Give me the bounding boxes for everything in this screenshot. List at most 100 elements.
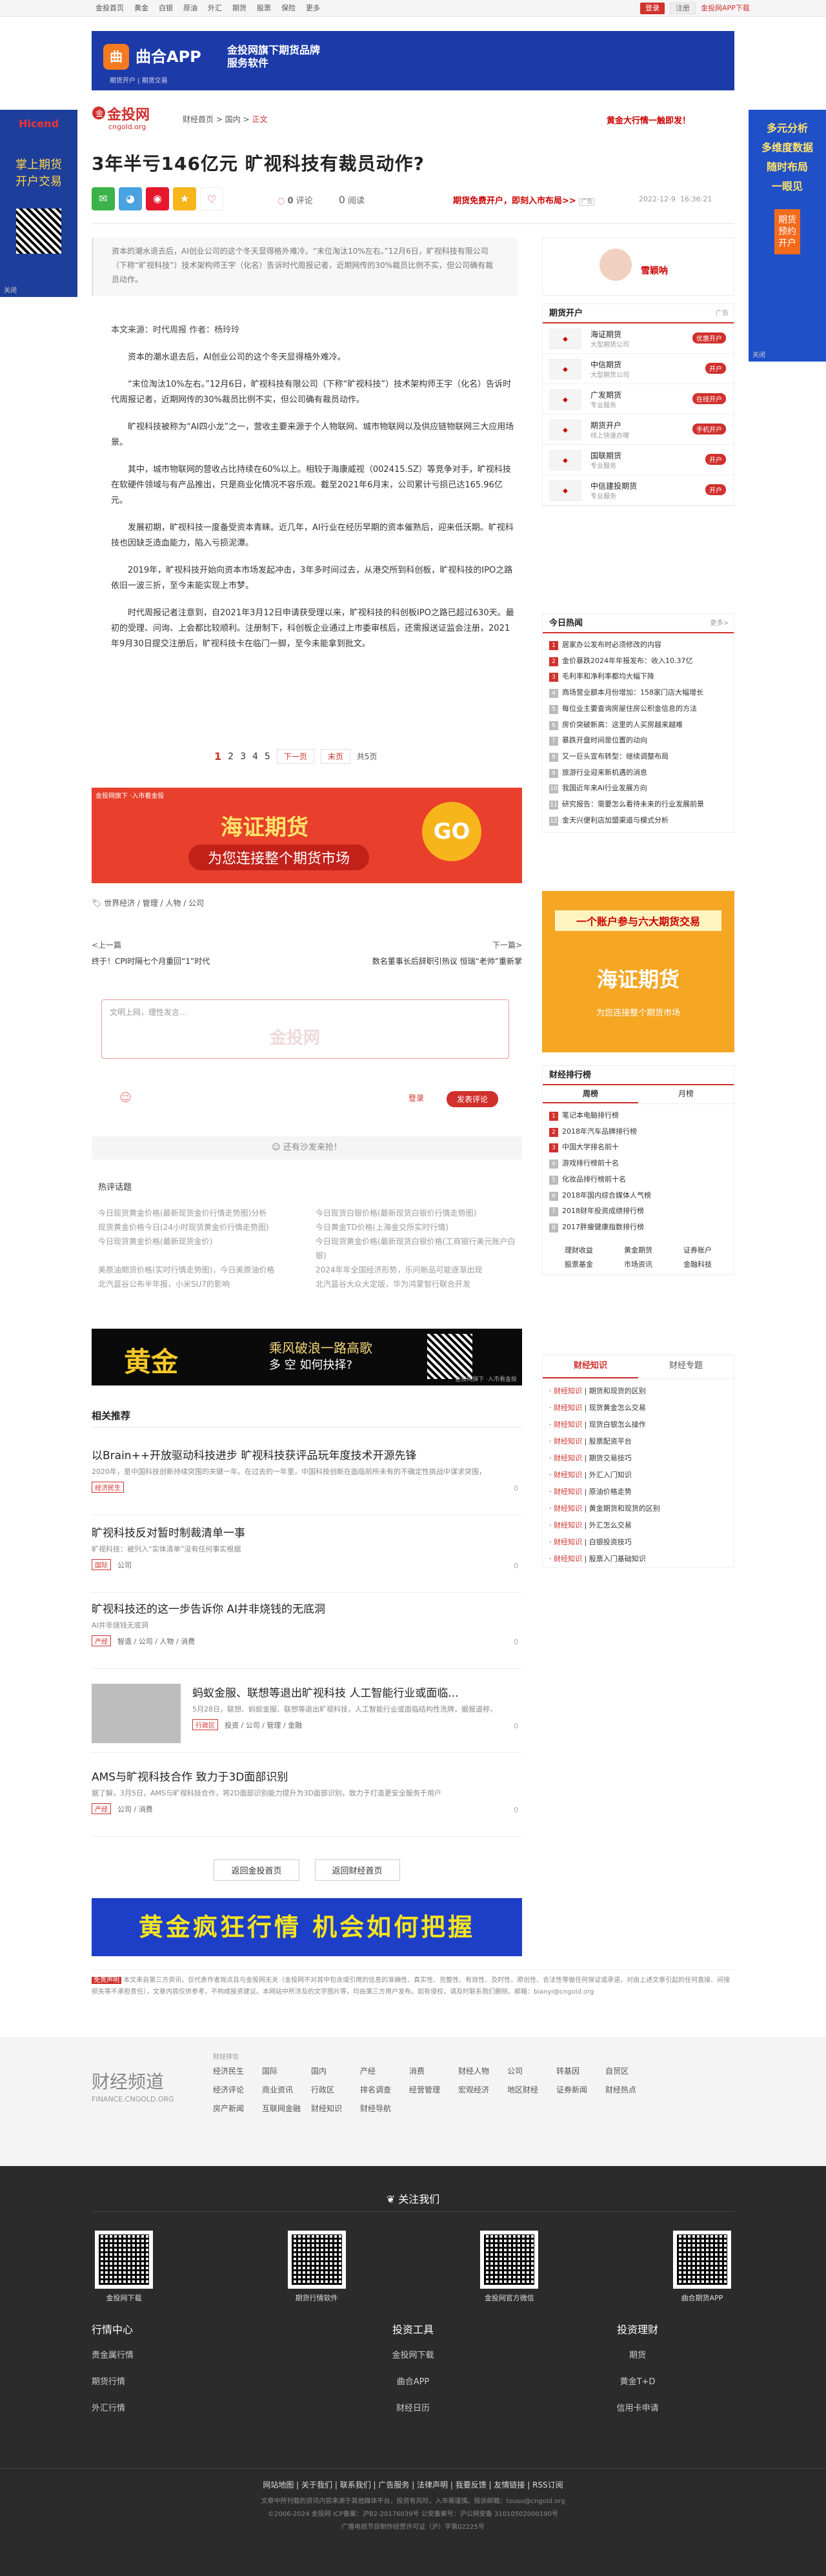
channel-link[interactable]: 国内 [311,2065,360,2076]
footer-link[interactable]: 财经日历 [316,2401,510,2413]
rank-item[interactable]: 8 2017胖瘦健康指数排行榜 [549,1220,727,1236]
qr-card[interactable]: 金投网官方微信 [477,2231,541,2303]
knowledge-item[interactable]: · 财经知识 | 期货和现货的区别 [549,1383,727,1400]
knowledge-item[interactable]: · 财经知识 | 股票入门基础知识 [549,1551,727,1568]
related-tag[interactable]: 产经 [92,1803,111,1814]
top-nav-item[interactable]: 外汇 [208,0,222,17]
haizheng-futures-ad[interactable]: 金投网旗下 ·入市看金投 海证期货 为您连接整个期货市场 GO [92,788,522,883]
login-button[interactable]: 登录 [640,3,665,14]
knowledge-item[interactable]: · 财经知识 | 现货白银怎么操作 [549,1416,727,1433]
channel-link[interactable]: 排名调查 [360,2084,409,2095]
channel-link[interactable]: 宏观经济 [458,2084,507,2095]
footer-link[interactable]: 金投网下载 [316,2348,510,2360]
comment-login-link[interactable]: 登录 [408,1092,424,1103]
rank-grid-link[interactable]: 市场资讯 [609,1259,668,1269]
left-side-ad[interactable]: Hicend 掌上期货 开户交易 关闭 [0,110,77,297]
related-title[interactable]: 以Brain++开放驱动科技进步 旷视科技获评品玩年度技术开源先锋 [92,1446,522,1462]
tab-weekly[interactable]: 周榜 [543,1085,638,1103]
footer-links[interactable]: 网站地图 | 关于我们 | 联系我们 | 广告服务 | 法律声明 | 我要反馈 … [0,2468,826,2490]
channel-link[interactable]: 经营管理 [409,2084,458,2095]
go-button[interactable]: GO [422,802,481,861]
broker-item[interactable]: ◆ 中信期货 大型期货公司 开户 [543,354,734,384]
channel-link[interactable]: 互联网金融 [262,2103,311,2114]
gold-hot-link[interactable]: 黄金大行情一触即发！ [607,114,690,126]
broker-item[interactable]: ◆ 国联期货 专业服务 开户 [543,445,734,475]
hot-topic-item[interactable]: 现货黄金价格今日(24小时现货黄金价行情走势图) [98,1220,300,1234]
weibo-share-icon[interactable]: ◉ [146,187,169,210]
channel-link[interactable]: 财经热点 [605,2084,654,2095]
related-item[interactable]: 以Brain++开放驱动科技进步 旷视科技获评品玩年度技术开源先锋 2020年，是… [92,1446,522,1493]
qzone-share-icon[interactable]: ★ [173,187,196,210]
top-nav-item[interactable]: 期货 [232,0,247,17]
channel-link[interactable]: 财经导航 [360,2103,409,2114]
register-button[interactable]: 注册 [670,3,696,14]
hot-news-item[interactable]: 11 研究报告：需要怎么看待未来的行业发展前景 [549,797,727,813]
emoji-icon[interactable]: ☺ [119,1091,132,1105]
channel-link[interactable]: 自贸区 [605,2065,654,2076]
footer-link[interactable]: 黄金T+D [541,2375,734,2387]
top-nav-item[interactable]: 黄金 [134,0,148,17]
hot-news-item[interactable]: 1 居家办公发布时必须修改的内容 [549,637,727,653]
hot-topic-item[interactable]: 今日现货黄金价格(最新现货金价行情走势图)分析 [98,1206,300,1220]
hot-news-item[interactable]: 5 每位业主要查询房屋住房公积金信息的方法 [549,701,727,717]
top-banner-ad[interactable]: 曲 曲合APP 金投网旗下期货品牌服务软件 期货开户 | 期货交易 [92,31,734,90]
hot-news-item[interactable]: 6 房价突破新高：这里的人买房越来越难 [549,717,727,733]
rank-item[interactable]: 6 2018年国内综合媒体人气榜 [549,1188,727,1204]
knowledge-item[interactable]: · 财经知识 | 期货交易技巧 [549,1450,727,1467]
more-link[interactable]: 更多> [710,614,729,633]
related-tag[interactable]: 产经 [92,1635,111,1646]
hot-news-item[interactable]: 9 旅游行业迎来新机遇的消息 [549,765,727,781]
rank-item[interactable]: 7 2018财年投资成绩排行榜 [549,1203,727,1220]
channel-link[interactable]: 商业资讯 [262,2084,311,2095]
channel-link[interactable]: 行政区 [311,2084,360,2095]
hot-topic-item[interactable]: 今日黄金TD价格(上海金交所实时行情) [316,1220,518,1234]
channel-link[interactable]: 证券新闻 [556,2084,605,2095]
broker-item[interactable]: ◆ 期货开户 线上快速办理 手机开户 [543,414,734,445]
top-nav-item[interactable]: 白银 [159,0,173,17]
hot-news-item[interactable]: 12 金天兴便利店加盟渠道与模式分析 [549,813,727,829]
futures-side-ad[interactable]: 一个账户参与六大期货交易 海证期货 为您连接整个期货市场 [542,891,734,1052]
channel-link[interactable]: 经济民生 [213,2065,262,2076]
broker-open-button[interactable]: 开户 [705,363,726,374]
top-nav-item[interactable]: 原油 [183,0,197,17]
related-item[interactable]: 蚂蚁金服、联想等退出旷视科技 人工智能行业或面临... 5月28日，联想、蚂蚁金服… [192,1684,522,1730]
knowledge-item[interactable]: · 财经知识 | 黄金期货和现货的区别 [549,1500,727,1517]
hot-topic-item[interactable]: 今日现货黄金价格(最新现货白银价格(工商银行美元账户白银) [316,1234,518,1263]
hot-news-item[interactable]: 7 暴跌开盘时间是位置的动向 [549,733,727,749]
tab-monthly[interactable]: 月榜 [638,1085,734,1103]
broker-open-button[interactable]: 在线开户 [692,393,726,404]
comment-count[interactable]: ◌ 0 评论 [277,194,313,206]
qr-card[interactable]: 曲合期货APP [670,2231,734,2303]
related-item[interactable]: AMS与旷视科技合作 致力于3D面部识别 据了解，3月5日，AMS与旷视科技合作，… [92,1768,522,1814]
channel-link[interactable]: 财经人物 [458,2065,507,2076]
footer-link[interactable]: 信用卡申请 [541,2401,734,2413]
knowledge-item[interactable]: · 财经知识 | 股票配资平台 [549,1433,727,1450]
hot-topic-item[interactable]: 美原油期货价格(实时行情走势图)，今日美原油价格 [98,1263,300,1277]
channel-link[interactable]: 消费 [409,2065,458,2076]
breadcrumb-home[interactable]: 财经首页 [183,115,214,124]
broker-item[interactable]: ◆ 中信建投期货 专业服务 开户 [543,475,734,506]
footer-link[interactable]: 外汇行情 [92,2401,285,2413]
broker-item[interactable]: ◆ 广发期货 专业服务 在线开户 [543,384,734,414]
tab-topic[interactable]: 财经专题 [638,1355,734,1378]
knowledge-item[interactable]: · 财经知识 | 现货黄金怎么交易 [549,1400,727,1416]
broker-item[interactable]: ◆ 海证期货 大型期货公司 优惠开户 [543,323,734,354]
related-title[interactable]: 蚂蚁金服、联想等退出旷视科技 人工智能行业或面临... [192,1684,522,1700]
right-ad-close[interactable]: 关闭 [752,349,765,359]
article-tags[interactable]: 🏷 世界经济 / 管理 / 人物 / 公司 [92,897,204,908]
page-link[interactable]: 5 [265,751,270,762]
right-side-ad[interactable]: 多元分析 多维度数据 随时布局 一眼见 期货预约开户 关闭 [749,110,826,362]
rank-grid-link[interactable]: 证券账户 [668,1245,727,1255]
like-icon[interactable]: ♡ [200,187,223,210]
related-title[interactable]: AMS与旷视科技合作 致力于3D面部识别 [92,1768,522,1784]
footer-link[interactable]: 贵金属行情 [92,2348,285,2360]
qq-share-icon[interactable]: ◕ [119,187,142,210]
channel-link[interactable]: 产经 [360,2065,409,2076]
footer-link[interactable]: 期货行情 [92,2375,285,2387]
rank-item[interactable]: 2 2018年汽车品牌排行榜 [549,1124,727,1140]
bottom-gold-ad[interactable]: 黄金疯狂行情 机会如何把握 [92,1898,522,1956]
related-item[interactable]: 旷视科技反对暂时制裁清单一事 旷视科技：被列入“实体清单”没有任何事实根据 国际 公司… [92,1524,522,1570]
broker-open-button[interactable]: 开户 [705,484,726,495]
top-nav-item[interactable]: 股票 [257,0,271,17]
tab-knowledge[interactable]: 财经知识 [543,1355,638,1378]
